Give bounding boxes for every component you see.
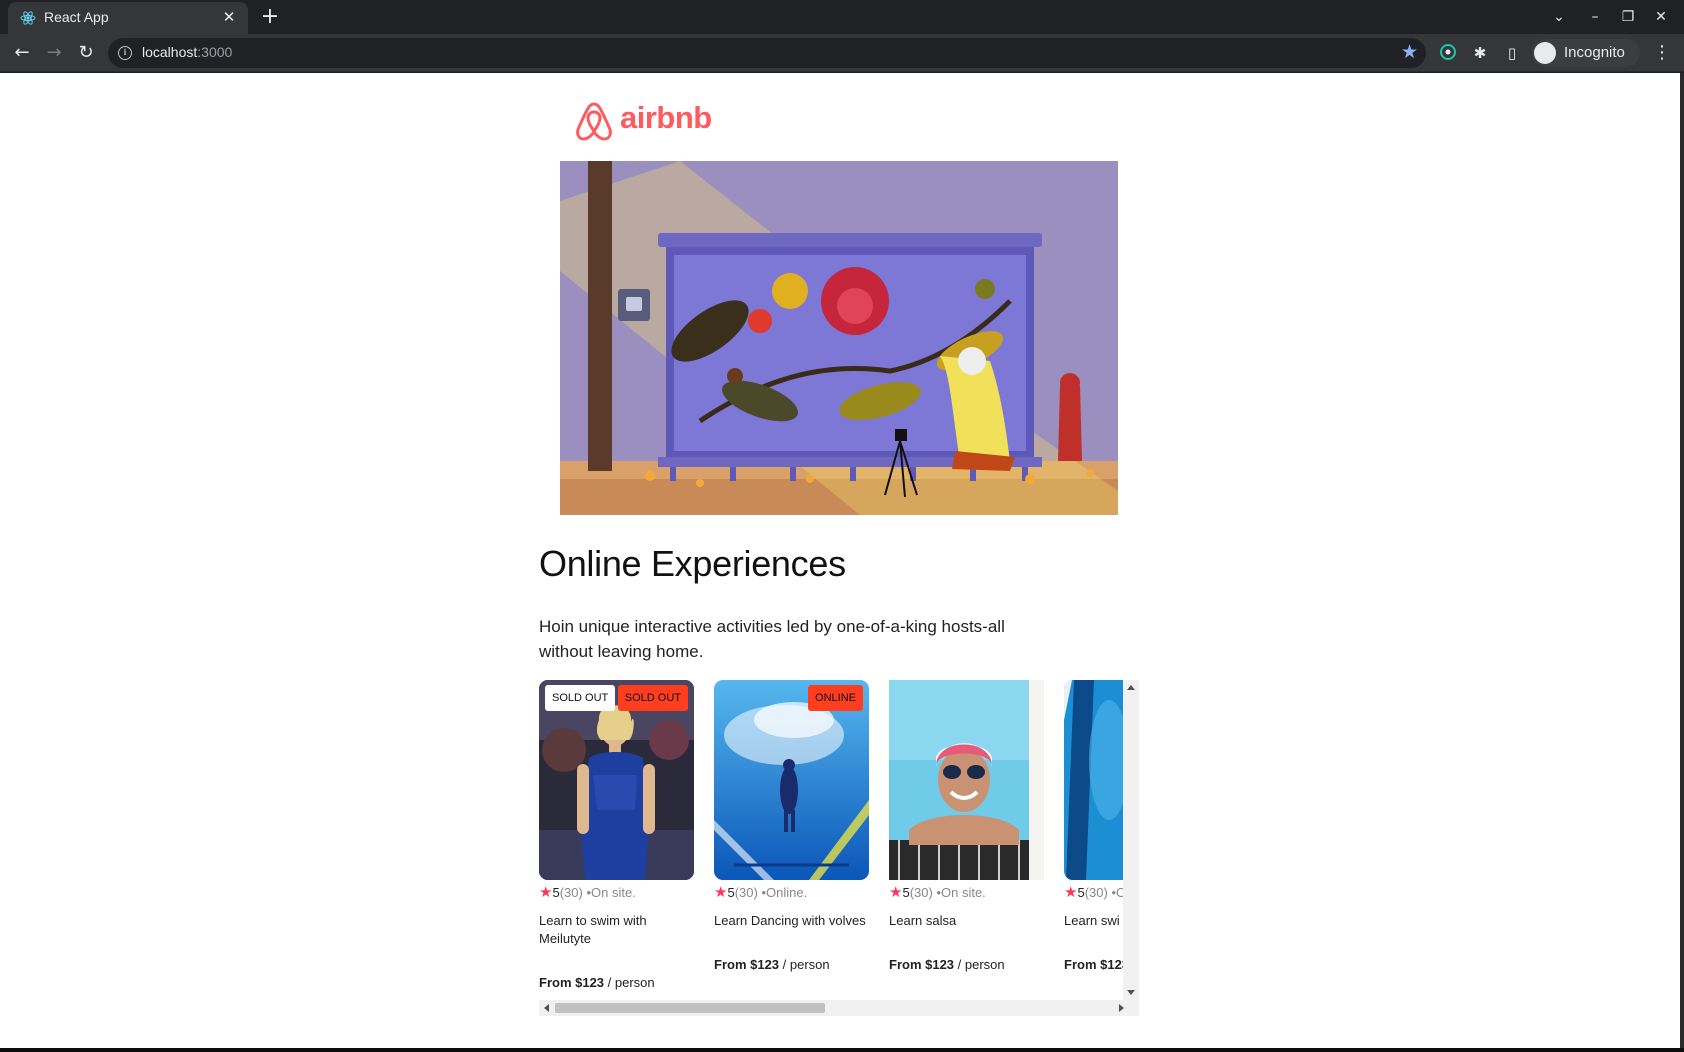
bookmark-star-icon[interactable]: ★ bbox=[1401, 41, 1418, 63]
restore-icon[interactable]: ❐ bbox=[1617, 6, 1639, 28]
vertical-scrollbar[interactable] bbox=[1123, 680, 1139, 1000]
scroll-right-arrow-icon[interactable] bbox=[1119, 1004, 1124, 1012]
card-price: From $123 bbox=[1064, 957, 1123, 972]
minimize-icon[interactable]: – bbox=[1584, 6, 1606, 28]
incognito-icon bbox=[1534, 42, 1556, 64]
page-subtitle: Hoin unique interactive activities led b… bbox=[539, 617, 1005, 661]
card-photo bbox=[889, 680, 1044, 880]
page-scrollbar[interactable] bbox=[1680, 73, 1684, 1048]
brand-name: airbnb bbox=[620, 100, 712, 135]
reload-icon[interactable]: ↻ bbox=[74, 41, 98, 65]
star-icon: ★ bbox=[1064, 884, 1078, 901]
card-price: From $123 / person bbox=[539, 975, 655, 990]
card-photo bbox=[1064, 680, 1123, 880]
card-price: From $123 / person bbox=[714, 957, 830, 972]
star-icon: ★ bbox=[714, 884, 728, 901]
tab-search-icon[interactable]: ⌄ bbox=[1548, 6, 1570, 28]
status-badge: SOLD OUT bbox=[617, 685, 688, 711]
airbnb-logo[interactable]: airbnb bbox=[574, 100, 712, 144]
scroll-down-arrow-icon[interactable] bbox=[1127, 990, 1135, 995]
browser-toolbar: ← → ↻ i localhost:3000 ★ ✱ ▯ Incognito ⋮ bbox=[0, 34, 1684, 72]
address-bar[interactable]: i localhost:3000 ★ bbox=[108, 38, 1426, 68]
card-list: SOLD OUT SOLD OUT ★5(30) •On site. Learn… bbox=[539, 680, 1123, 1000]
scroll-up-arrow-icon[interactable] bbox=[1127, 685, 1135, 690]
card-stats: ★5(30) •On site. bbox=[539, 884, 636, 901]
card-title: Learn salsa bbox=[889, 913, 957, 928]
card-title: Learn swi bbox=[1064, 913, 1120, 928]
info-icon[interactable]: i bbox=[118, 46, 132, 60]
profile-chip[interactable]: Incognito bbox=[1532, 39, 1640, 67]
card-title: Learn to swim with Meilutyte bbox=[539, 913, 647, 946]
profile-label: Incognito bbox=[1564, 44, 1625, 61]
browser-tab[interactable]: React App ✕ bbox=[8, 2, 248, 34]
card-photo: ONLINE bbox=[714, 680, 869, 880]
card-stats: ★5(30) •O bbox=[1064, 884, 1123, 901]
back-icon[interactable]: ← bbox=[10, 41, 34, 65]
forward-icon[interactable]: → bbox=[42, 41, 66, 65]
status-badge: SOLD OUT bbox=[545, 685, 616, 711]
page-title: Online Experiences bbox=[539, 543, 846, 584]
horizontal-scrollbar[interactable] bbox=[539, 1000, 1139, 1016]
card-photo: SOLD OUT SOLD OUT bbox=[539, 680, 694, 880]
window-bottom-edge bbox=[0, 1048, 1684, 1052]
url-text: localhost:3000 bbox=[142, 44, 233, 60]
card-stats: ★5(30) •Online. bbox=[714, 884, 808, 901]
browser-menu-icon[interactable]: ⋮ bbox=[1652, 41, 1672, 65]
new-tab-button[interactable]: + bbox=[258, 6, 282, 30]
hero-illustration bbox=[560, 161, 1118, 515]
experiences-carousel[interactable]: SOLD OUT SOLD OUT ★5(30) •On site. Learn… bbox=[539, 680, 1139, 1017]
card-price: From $123 / person bbox=[889, 957, 1005, 972]
browser-tab-strip: React App ✕ + ⌄ – ❐ ✕ bbox=[0, 0, 1684, 34]
close-tab-icon[interactable]: ✕ bbox=[220, 8, 238, 26]
scrollbar-thumb[interactable] bbox=[555, 1003, 825, 1013]
extension-icon[interactable] bbox=[1438, 43, 1458, 63]
close-window-icon[interactable]: ✕ bbox=[1650, 6, 1672, 28]
star-icon: ★ bbox=[539, 884, 553, 901]
card-stats: ★5(30) •On site. bbox=[889, 884, 986, 901]
page-viewport: airbnb Online Experiences Hoin unique in… bbox=[0, 73, 1680, 1048]
react-icon bbox=[20, 11, 36, 25]
star-icon: ★ bbox=[889, 884, 903, 901]
airbnb-logo-icon bbox=[576, 102, 612, 141]
scroll-left-arrow-icon[interactable] bbox=[544, 1004, 549, 1012]
side-panel-icon[interactable]: ▯ bbox=[1502, 43, 1522, 63]
puzzle-extensions-icon[interactable]: ✱ bbox=[1470, 43, 1490, 63]
status-badge: ONLINE bbox=[808, 685, 863, 711]
tab-title: React App bbox=[44, 9, 109, 25]
card-title: Learn Dancing with volves bbox=[714, 913, 866, 928]
